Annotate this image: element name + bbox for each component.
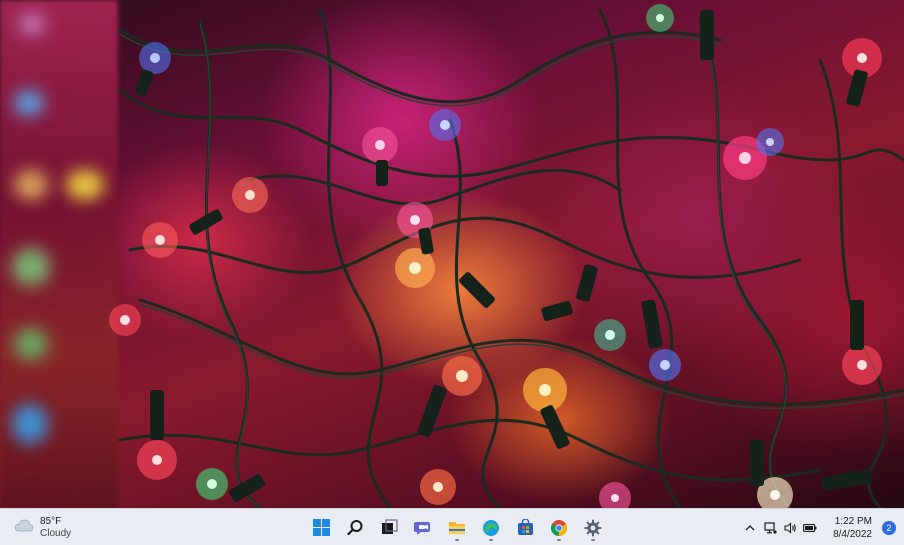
windows-logo-icon	[312, 519, 330, 536]
chevron-up-icon[interactable]	[743, 521, 757, 535]
file-explorer-button[interactable]	[444, 515, 470, 541]
chrome-button[interactable]	[546, 515, 572, 541]
taskbar-pinned-apps	[308, 513, 606, 542]
search-icon	[346, 520, 362, 536]
running-indicator	[591, 538, 595, 541]
folder-icon	[449, 521, 465, 534]
weather-temperature: 85°F	[40, 515, 62, 527]
network-icon[interactable]	[763, 521, 777, 535]
search-button[interactable]	[342, 515, 368, 541]
battery-icon[interactable]	[803, 521, 817, 535]
taskbar: 85°F Cloudy 1:22 PM 8/4/2022 2	[0, 508, 904, 545]
running-indicator	[557, 538, 561, 541]
weather-widget[interactable]: 85°F Cloudy	[14, 514, 71, 541]
store-button[interactable]	[512, 515, 538, 541]
clock-date: 8/4/2022	[833, 528, 872, 540]
clock[interactable]: 1:22 PM 8/4/2022	[833, 515, 872, 541]
gear-icon	[584, 519, 602, 536]
chrome-browser-icon	[551, 519, 567, 536]
chat-button[interactable]	[410, 515, 436, 541]
store-bag-icon	[517, 519, 533, 535]
task-view-icon	[381, 519, 398, 534]
edge-button[interactable]	[478, 515, 504, 541]
weather-condition: Cloudy	[40, 527, 72, 539]
start-button[interactable]	[308, 515, 334, 541]
clock-time: 1:22 PM	[834, 515, 872, 527]
christmas-lights	[109, 4, 904, 508]
desktop: 85°F Cloudy 1:22 PM 8/4/2022 2	[0, 0, 904, 545]
edge-browser-icon	[483, 519, 499, 536]
cloud-icon	[14, 518, 34, 537]
task-view-button[interactable]	[376, 515, 402, 541]
settings-button[interactable]	[580, 515, 606, 541]
system-tray: 1:22 PM 8/4/2022 2	[743, 513, 896, 542]
volume-icon[interactable]	[783, 521, 797, 535]
notification-badge[interactable]: 2	[882, 520, 896, 535]
running-indicator	[455, 538, 459, 541]
teams-chat-icon	[414, 522, 430, 535]
running-indicator	[489, 538, 493, 541]
